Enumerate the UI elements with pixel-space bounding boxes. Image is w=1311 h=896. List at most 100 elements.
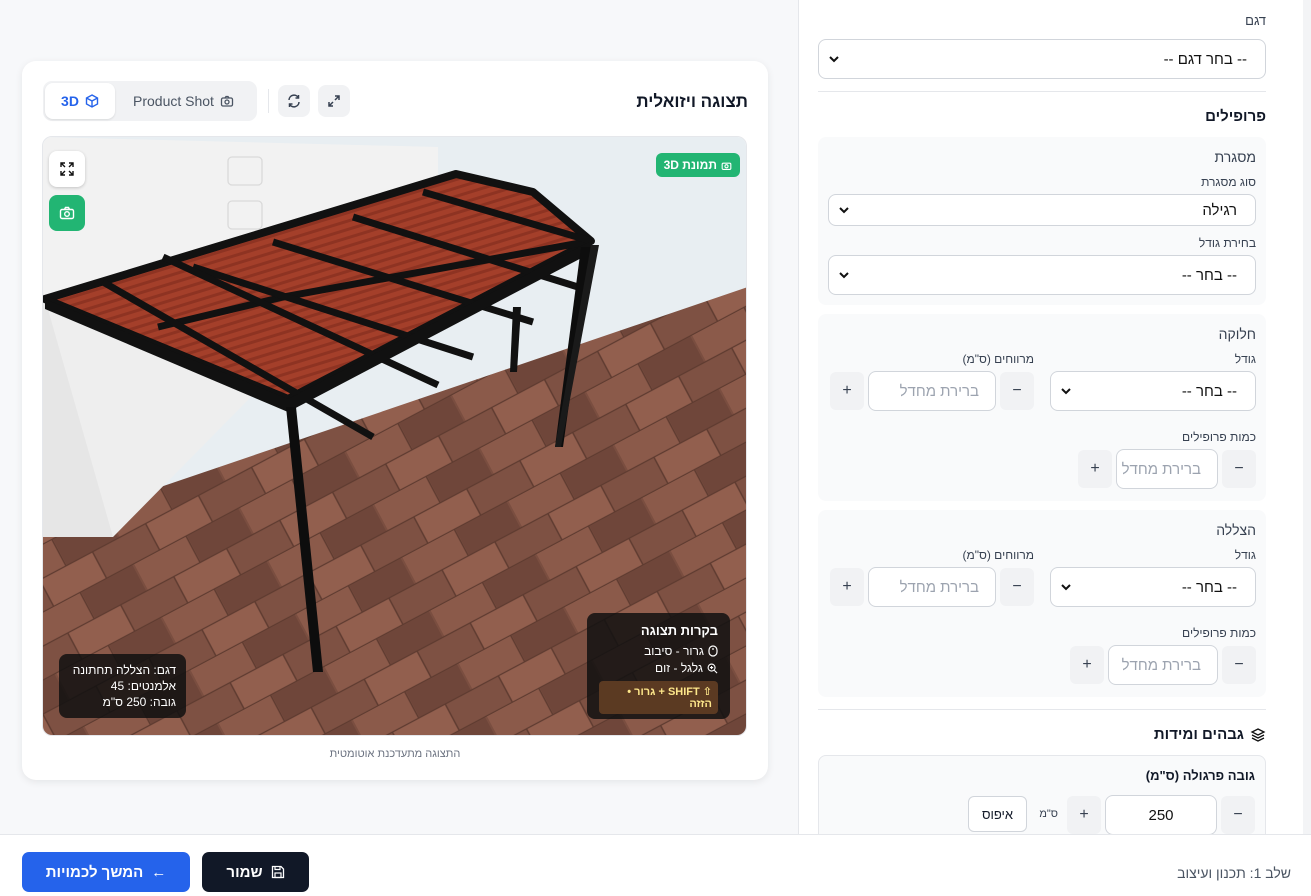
frame-size-select[interactable]: -- בחר -- bbox=[828, 255, 1256, 295]
model-select-value: -- בחר דגם -- bbox=[1163, 50, 1247, 68]
scrollbar[interactable] bbox=[1303, 0, 1311, 834]
shade-qty-input[interactable]: ברירת מחדל bbox=[1108, 645, 1218, 685]
camera-icon bbox=[220, 95, 234, 107]
shift-arrow-icon: ⇧ bbox=[699, 686, 712, 698]
shade-card: הצללה גודל מרווחים (ס"מ) -- בחר -- − ברי… bbox=[818, 510, 1266, 697]
shade-spacing-minus-button[interactable]: − bbox=[1000, 568, 1034, 606]
shade-size-label: גודל bbox=[1234, 548, 1256, 562]
pergola-height-plus-button[interactable]: + bbox=[1067, 796, 1101, 834]
view-controls-title: בקרות תצוגה bbox=[640, 623, 718, 638]
profiles-title: פרופילים bbox=[1205, 108, 1266, 125]
tab-product-shot[interactable]: Product Shot bbox=[133, 81, 234, 121]
settings-panel: דגם -- בחר דגם -- פרופילים מסגרת סוג מסג… bbox=[798, 0, 1311, 834]
visual-title: תצוגה ויזואלית bbox=[636, 92, 748, 111]
3d-image-badge[interactable]: תמונת 3D bbox=[655, 153, 740, 177]
maximize-icon bbox=[60, 162, 74, 176]
view-controls-panel: בקרות תצוגה גרור - סיבוב גלגל - זום ⇧ SH… bbox=[587, 613, 730, 719]
model-select[interactable]: -- בחר דגם -- bbox=[818, 39, 1266, 79]
shade-title: הצללה bbox=[1216, 522, 1256, 538]
control-shift: ⇧ SHIFT + גרור • הזזה bbox=[599, 681, 718, 714]
reset-button[interactable]: איפוס bbox=[968, 796, 1027, 832]
division-card: חלוקה גודל מרווחים (ס"מ) -- בחר -- − ברי… bbox=[818, 314, 1266, 501]
shade-qty-plus-button[interactable]: + bbox=[1070, 646, 1104, 684]
division-spacing-label: מרווחים (ס"מ) bbox=[962, 352, 1034, 366]
division-qty-minus-button[interactable]: − bbox=[1222, 450, 1256, 488]
fullscreen-button[interactable] bbox=[318, 85, 350, 117]
frame-type-select[interactable]: רגילה bbox=[828, 194, 1256, 226]
shade-spacing-plus-button[interactable]: + bbox=[830, 568, 864, 606]
division-qty-label: כמות פרופילים bbox=[1182, 430, 1256, 444]
3d-viewport[interactable]: תמונת 3D בקרות תצוגה גרור - סיבוב גלגל -… bbox=[42, 136, 747, 736]
division-spacing-plus-button[interactable]: + bbox=[830, 372, 864, 410]
frame-size-label: בחירת גודל bbox=[1198, 236, 1256, 250]
camera-icon bbox=[721, 162, 732, 170]
chevron-down-icon bbox=[1061, 388, 1071, 395]
layers-icon bbox=[1250, 727, 1266, 742]
info-model: דגם: הצללה תחתונה bbox=[72, 663, 176, 677]
chevron-down-icon bbox=[1061, 584, 1071, 591]
shade-spacing-label: מרווחים (ס"מ) bbox=[962, 548, 1034, 562]
chevron-down-icon bbox=[829, 56, 839, 63]
mouse-icon bbox=[708, 645, 718, 657]
shade-size-value: -- בחר -- bbox=[1181, 578, 1237, 596]
tab-3d-label: 3D bbox=[61, 93, 79, 109]
unit-label: ס"מ bbox=[1039, 808, 1058, 820]
shade-qty-minus-button[interactable]: − bbox=[1222, 646, 1256, 684]
divider bbox=[268, 89, 269, 113]
division-size-select[interactable]: -- בחר -- bbox=[1050, 371, 1256, 411]
save-button[interactable]: שמור bbox=[202, 852, 309, 892]
save-label: שמור bbox=[226, 863, 263, 881]
pergola-height-card: גובה פרגולה (ס"מ) − 250 + ס"מ איפוס bbox=[818, 755, 1266, 834]
pergola-height-input[interactable]: 250 bbox=[1105, 795, 1217, 834]
control-drag: גרור - סיבוב bbox=[599, 644, 718, 658]
division-spacing-input[interactable]: ברירת מחדל bbox=[868, 371, 996, 411]
shade-size-select[interactable]: -- בחר -- bbox=[1050, 567, 1256, 607]
step-indicator: שלב 1: תכנון ועיצוב bbox=[1177, 865, 1291, 881]
heights-title: גבהים ומידות bbox=[1153, 726, 1244, 743]
model-label: דגם bbox=[1245, 13, 1266, 28]
division-title: חלוקה bbox=[1218, 326, 1256, 342]
expand-view-button[interactable] bbox=[49, 151, 85, 187]
refresh-icon bbox=[288, 94, 300, 108]
visual-card: תצוגה ויזואלית 3D Product Shot תמונת 3D … bbox=[22, 61, 768, 780]
division-size-value: -- בחר -- bbox=[1181, 382, 1237, 400]
frame-type-value: רגילה bbox=[1202, 201, 1237, 219]
division-qty-input[interactable]: ברירת מחדל bbox=[1116, 449, 1218, 489]
tab-3d[interactable]: 3D bbox=[45, 83, 115, 119]
camera-icon bbox=[59, 206, 75, 220]
control-wheel-label: גלגל - זום bbox=[655, 661, 703, 675]
control-wheel: גלגל - זום bbox=[599, 661, 718, 675]
division-size-label: גודל bbox=[1234, 352, 1256, 366]
division-qty-plus-button[interactable]: + bbox=[1078, 450, 1112, 488]
screenshot-button[interactable] bbox=[49, 195, 85, 231]
frame-card: מסגרת סוג מסגרת רגילה בחירת גודל -- בחר … bbox=[818, 137, 1266, 305]
refresh-button[interactable] bbox=[278, 85, 310, 117]
chevron-down-icon bbox=[839, 272, 849, 279]
expand-icon bbox=[328, 95, 340, 107]
divider bbox=[818, 709, 1266, 710]
3d-image-badge-label: תמונת 3D bbox=[663, 158, 717, 172]
view-mode-toggle: 3D Product Shot bbox=[43, 81, 257, 121]
heights-header: גבהים ומידות bbox=[1154, 726, 1266, 743]
shade-qty-label: כמות פרופילים bbox=[1182, 626, 1256, 640]
tab-product-shot-label: Product Shot bbox=[133, 93, 214, 109]
info-height: גובה: 250 ס"מ bbox=[102, 695, 176, 709]
auto-update-note: התצוגה מתעדכנת אוטומטית bbox=[329, 748, 461, 760]
shade-spacing-input[interactable]: ברירת מחדל bbox=[868, 567, 996, 607]
divider bbox=[818, 91, 1266, 92]
chevron-down-icon bbox=[839, 207, 849, 214]
bottom-bar: המשך לכמויות ← שמור שלב 1: תכנון ועיצוב bbox=[0, 834, 1311, 896]
control-drag-label: גרור - סיבוב bbox=[644, 644, 704, 658]
zoom-icon bbox=[707, 663, 718, 673]
frame-size-value: -- בחר -- bbox=[1181, 266, 1237, 284]
continue-label: המשך לכמויות bbox=[45, 863, 144, 881]
pergola-height-minus-button[interactable]: − bbox=[1221, 796, 1255, 834]
continue-to-quantities-button[interactable]: המשך לכמויות ← bbox=[22, 852, 190, 892]
cube-icon bbox=[85, 94, 99, 108]
save-icon bbox=[271, 865, 284, 879]
frame-type-label: סוג מסגרת bbox=[1201, 175, 1256, 189]
division-spacing-minus-button[interactable]: − bbox=[1000, 372, 1034, 410]
info-elements: אלמנטים: 45 bbox=[110, 679, 176, 693]
model-info-panel: דגם: הצללה תחתונה אלמנטים: 45 גובה: 250 … bbox=[59, 654, 186, 718]
frame-title: מסגרת bbox=[1214, 149, 1256, 165]
